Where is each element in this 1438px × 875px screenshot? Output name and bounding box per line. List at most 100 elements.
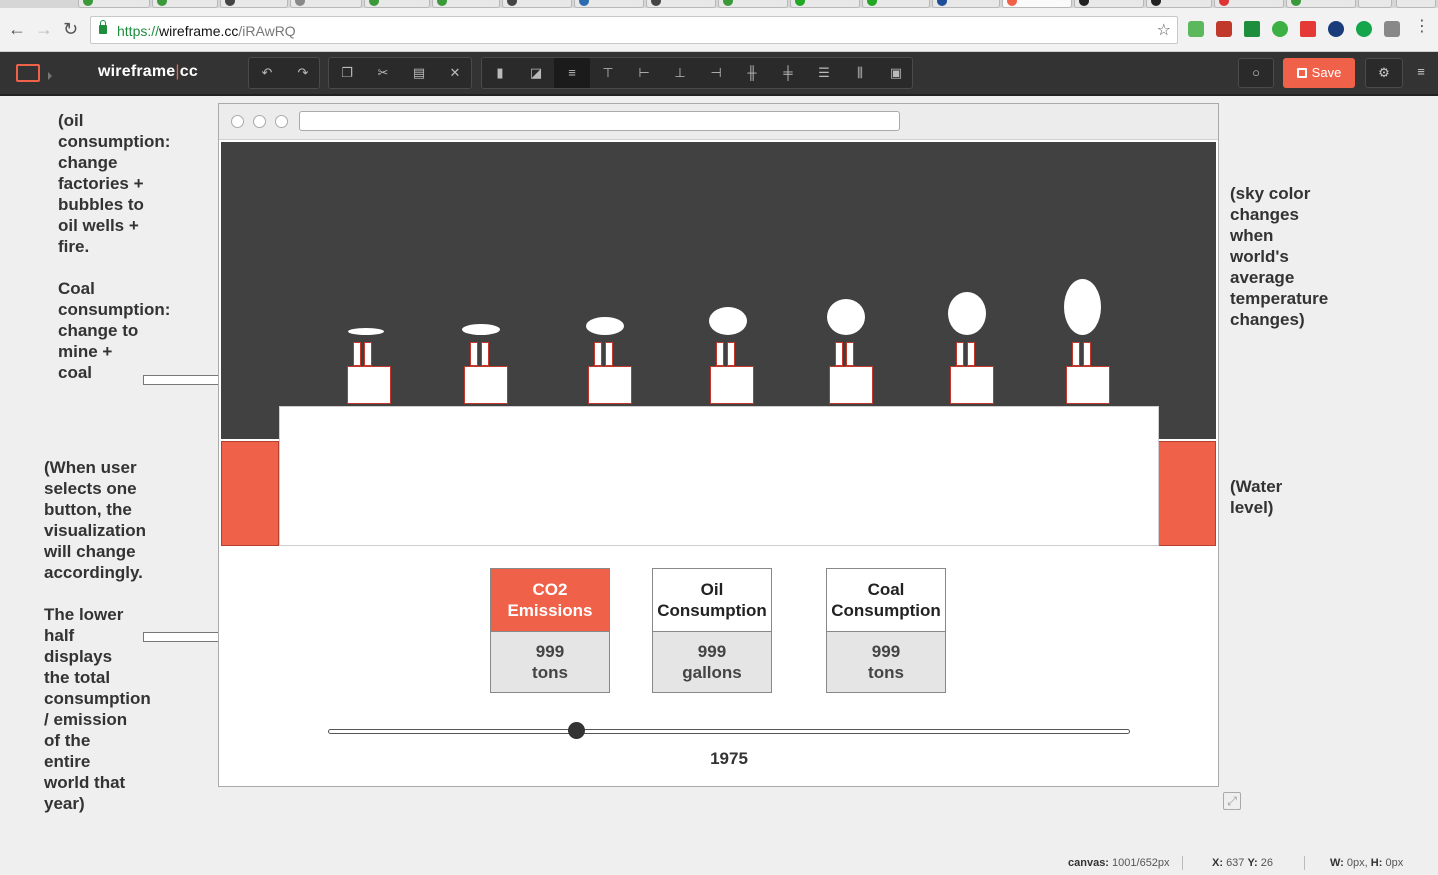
back-arrow-icon[interactable]: ← xyxy=(8,20,26,38)
browser-tab[interactable]: ✕ xyxy=(1146,0,1212,8)
undo-icon[interactable]: ↶ xyxy=(249,58,285,88)
tab-close-icon[interactable]: ✕ xyxy=(349,0,357,4)
browser-tab[interactable]: ✕ xyxy=(502,0,572,8)
factory[interactable] xyxy=(588,342,632,406)
browser-tab[interactable]: ✕ xyxy=(290,0,362,8)
tab-close-icon[interactable]: ✕ xyxy=(1343,0,1351,4)
browser-tab[interactable]: ✕ xyxy=(932,0,1000,8)
reload-icon[interactable]: ↻ xyxy=(63,20,78,38)
ground-platform[interactable] xyxy=(279,406,1159,546)
align-center-icon[interactable]: ╫ xyxy=(734,58,770,88)
extension-icon[interactable] xyxy=(1188,21,1204,37)
emission-bubble[interactable] xyxy=(948,292,986,335)
tab-close-icon[interactable]: ✕ xyxy=(1131,0,1139,4)
mockup-address-bar[interactable] xyxy=(299,111,900,131)
new-tab-button[interactable] xyxy=(1358,0,1392,8)
align-bottom-icon[interactable]: ⊥ xyxy=(662,58,698,88)
align-top-icon[interactable]: ⊤ xyxy=(590,58,626,88)
browser-menu-icon[interactable]: ⋮ xyxy=(1414,19,1430,35)
factory[interactable] xyxy=(710,342,754,406)
tab-close-icon[interactable]: ✕ xyxy=(487,0,495,4)
browser-tab-active[interactable]: ✕ xyxy=(1002,0,1072,8)
browser-tab[interactable]: ✕ xyxy=(1286,0,1356,8)
tab-close-icon[interactable]: ✕ xyxy=(1059,0,1067,4)
tab-close-icon[interactable]: ✕ xyxy=(703,0,711,4)
note-oil-coal[interactable]: (oil consumption: change factories + bub… xyxy=(58,110,170,383)
settings-button[interactable]: ⚙ xyxy=(1365,58,1403,88)
coal-consumption-button[interactable]: Coal Consumption 999 tons xyxy=(826,568,946,693)
comment-button[interactable]: ○ xyxy=(1238,58,1274,88)
note-water[interactable]: (Water level) xyxy=(1230,476,1282,518)
delete-icon[interactable]: ✕ xyxy=(437,58,473,88)
align-left-icon[interactable]: ≡ xyxy=(554,58,590,88)
tab-close-icon[interactable]: ✕ xyxy=(1271,0,1279,4)
save-button[interactable]: Save xyxy=(1283,58,1355,88)
expand-icon[interactable]: ⤢ xyxy=(1223,792,1241,810)
extension-icon[interactable] xyxy=(1384,21,1400,37)
factory[interactable] xyxy=(829,342,873,406)
browser-tab[interactable]: ✕ xyxy=(862,0,930,8)
browser-tab[interactable]: ✕ xyxy=(1074,0,1144,8)
browser-tab[interactable]: ✕ xyxy=(646,0,716,8)
distribute-vertical-icon[interactable]: ☰ xyxy=(806,58,842,88)
emission-bubble[interactable] xyxy=(462,324,500,335)
factory[interactable] xyxy=(950,342,994,406)
hamburger-menu-button[interactable]: ≡ xyxy=(1408,58,1434,88)
align-right-icon[interactable]: ⊣ xyxy=(698,58,734,88)
emission-bubble[interactable] xyxy=(586,317,624,335)
emission-bubble[interactable] xyxy=(709,307,747,335)
forward-arrow-icon[interactable]: → xyxy=(35,20,53,38)
browser-tab[interactable]: ✕ xyxy=(718,0,788,8)
tab-close-icon[interactable]: ✕ xyxy=(275,0,283,4)
tab-close-icon[interactable]: ✕ xyxy=(137,0,145,4)
align-left-edge-icon[interactable]: ⊢ xyxy=(626,58,662,88)
address-bar[interactable]: https://wireframe.cc/iRAwRQ ☆ xyxy=(90,16,1178,44)
distribute-horizontal-icon[interactable]: ⫼ xyxy=(842,58,878,88)
extension-icon[interactable] xyxy=(1272,21,1288,37)
year-slider-handle[interactable] xyxy=(568,722,586,739)
browser-tab[interactable] xyxy=(1396,0,1436,8)
factory[interactable] xyxy=(464,342,508,406)
grammarly-icon[interactable] xyxy=(1356,21,1372,37)
browser-mockup[interactable]: CO2 Emissions 999 tons Oil Consumption 9… xyxy=(218,103,1219,787)
tab-close-icon[interactable]: ✕ xyxy=(417,0,425,4)
extension-icon[interactable] xyxy=(1328,21,1344,37)
extension-icon[interactable] xyxy=(1216,21,1232,37)
tab-close-icon[interactable]: ✕ xyxy=(559,0,567,4)
paste-icon[interactable]: ▤ xyxy=(401,58,437,88)
browser-tab[interactable]: ✕ xyxy=(78,0,150,8)
extension-icon[interactable] xyxy=(1300,21,1316,37)
year-slider-track[interactable] xyxy=(328,729,1130,734)
emission-bubble[interactable] xyxy=(348,328,384,335)
oil-consumption-button[interactable]: Oil Consumption 999 gallons xyxy=(652,568,772,693)
tab-close-icon[interactable]: ✕ xyxy=(917,0,925,4)
lock-icon[interactable]: ▮ xyxy=(482,58,518,88)
align-middle-icon[interactable]: ╪ xyxy=(770,58,806,88)
browser-tab[interactable]: ✕ xyxy=(432,0,500,8)
redo-icon[interactable]: ↷ xyxy=(285,58,321,88)
tab-close-icon[interactable]: ✕ xyxy=(631,0,639,4)
tab-close-icon[interactable]: ✕ xyxy=(775,0,783,4)
browser-tab[interactable]: ✕ xyxy=(152,0,218,8)
download-extension-icon[interactable] xyxy=(1244,21,1260,37)
app-menu-button[interactable] xyxy=(12,60,56,88)
copy-icon[interactable]: ❐ xyxy=(329,58,365,88)
bookmark-star-icon[interactable]: ☆ xyxy=(1157,20,1171,40)
browser-tab[interactable]: ✕ xyxy=(220,0,288,8)
tab-close-icon[interactable]: ✕ xyxy=(1199,0,1207,4)
browser-tab[interactable]: ✕ xyxy=(790,0,860,8)
water-left[interactable] xyxy=(221,441,279,546)
water-right[interactable] xyxy=(1158,441,1216,546)
tab-close-icon[interactable]: ✕ xyxy=(205,0,213,4)
note-sky[interactable]: (sky color changes when world's average … xyxy=(1230,183,1328,330)
emission-bubble[interactable] xyxy=(827,299,865,335)
emission-bubble[interactable] xyxy=(1064,279,1101,335)
note-selection[interactable]: (When user selects one button, the visua… xyxy=(44,457,151,814)
factory[interactable] xyxy=(1066,342,1110,406)
browser-tab[interactable]: ✕ xyxy=(1214,0,1284,8)
browser-tab[interactable]: ✕ xyxy=(364,0,430,8)
tab-close-icon[interactable]: ✕ xyxy=(987,0,995,4)
factory[interactable] xyxy=(347,342,391,406)
arrange-icon[interactable]: ◪ xyxy=(518,58,554,88)
tab-close-icon[interactable]: ✕ xyxy=(847,0,855,4)
